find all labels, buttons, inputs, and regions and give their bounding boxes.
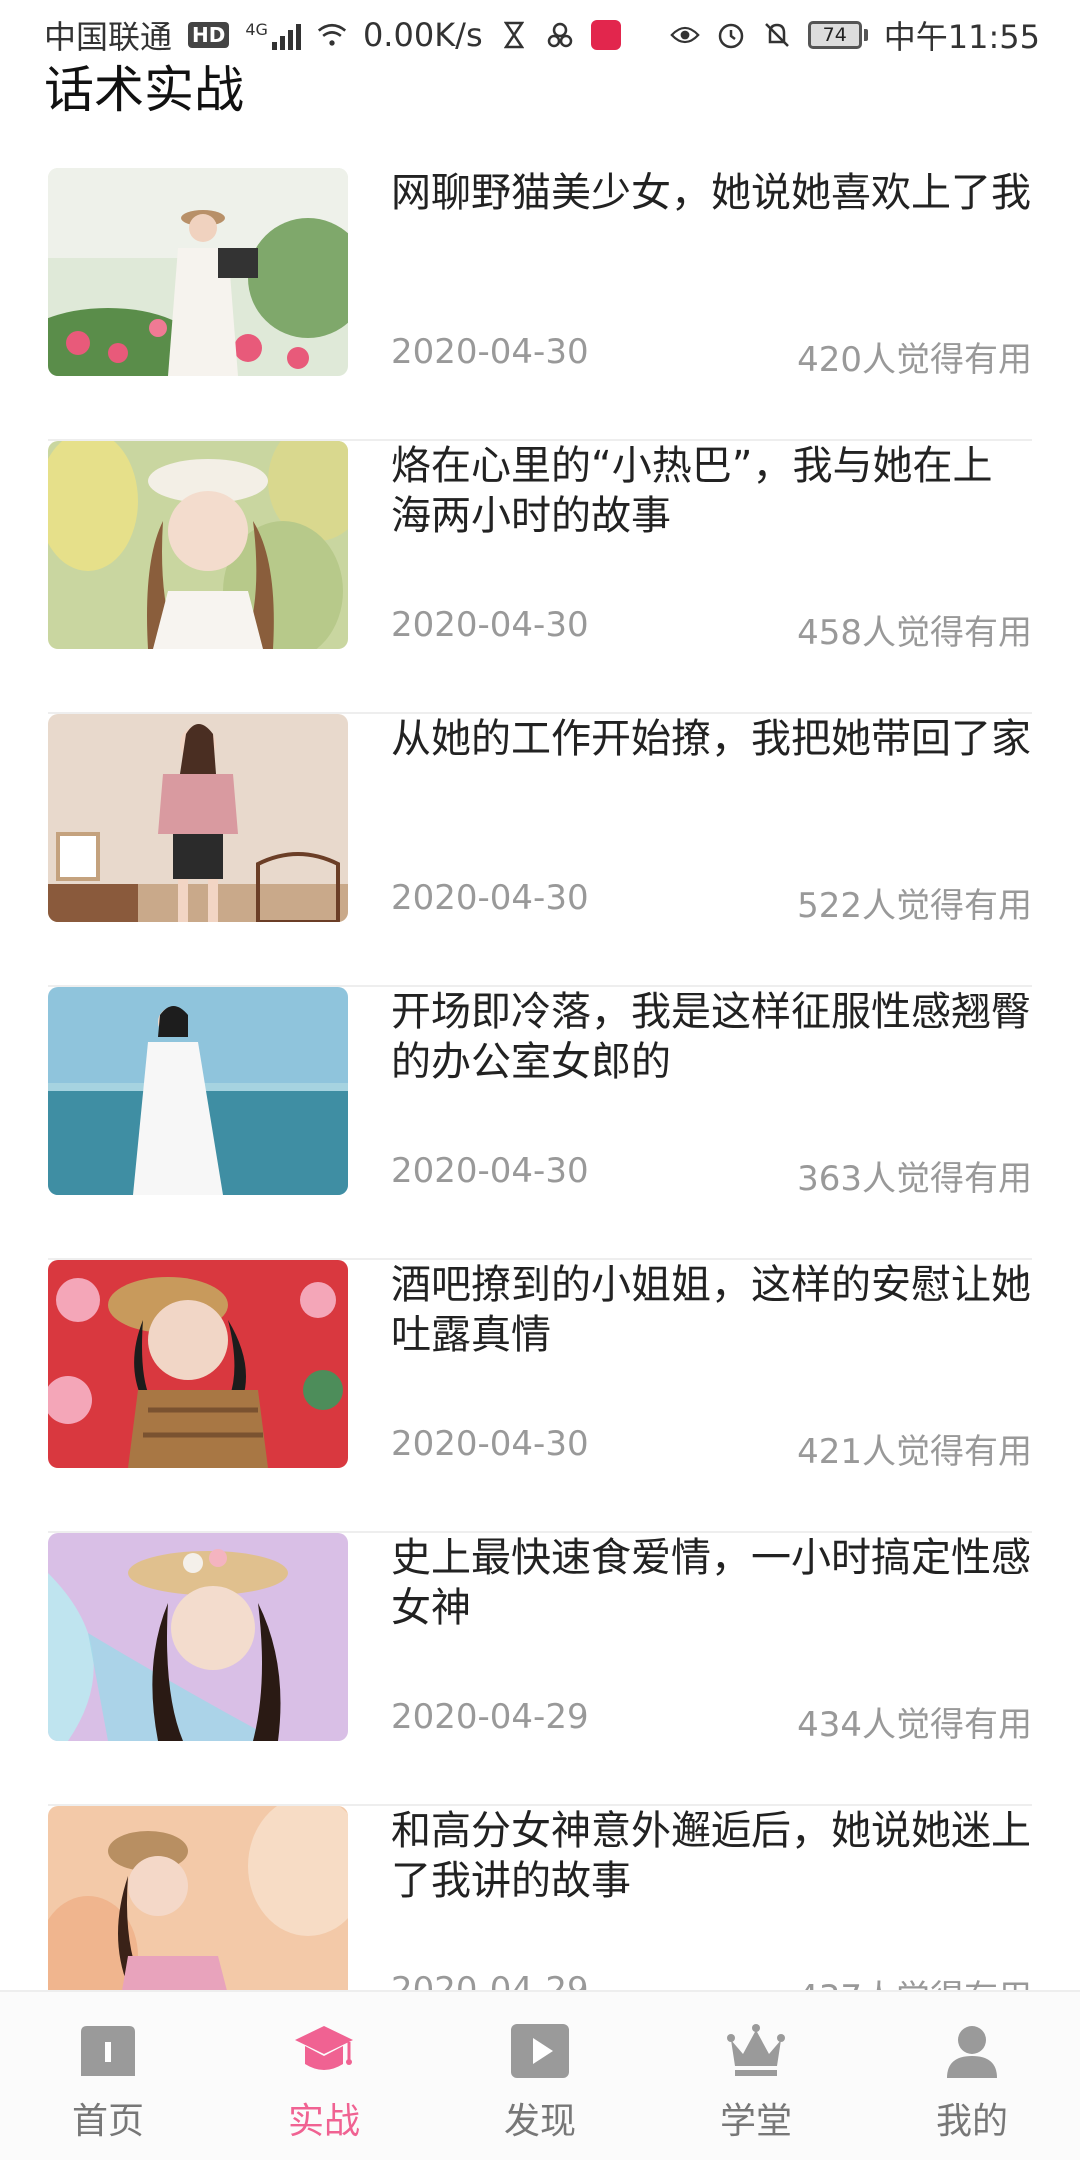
tab-academy[interactable]: 学堂 bbox=[648, 1992, 864, 2160]
article-thumbnail bbox=[48, 441, 348, 649]
network-speed: 0.00K/s bbox=[362, 16, 483, 54]
article-item[interactable]: 史上最快速食爱情，一小时搞定性感女神 2020-04-29 434人觉得有用 bbox=[48, 1533, 1032, 1806]
article-item[interactable]: 网聊野猫美少女，她说她喜欢上了我 2020-04-30 420人觉得有用 bbox=[48, 168, 1032, 441]
mute-bell-icon bbox=[762, 20, 792, 50]
tab-label: 我的 bbox=[935, 2101, 1008, 2142]
app-notification-icon bbox=[545, 20, 575, 50]
play-icon bbox=[511, 2024, 569, 2078]
article-thumbnail bbox=[48, 1806, 348, 2014]
bottom-tab-bar: 首页 实战 发现 学堂 我的 bbox=[0, 1990, 1080, 2160]
article-list: 网聊野猫美少女，她说她喜欢上了我 2020-04-30 420人觉得有用 烙在心… bbox=[48, 168, 1032, 2079]
article-thumbnail bbox=[48, 714, 348, 922]
article-title: 和高分女神意外邂逅后，她说她迷上了我讲的故事 bbox=[391, 1808, 1031, 1904]
tab-label: 实战 bbox=[287, 2101, 360, 2142]
article-useful-count: 458人觉得有用 bbox=[797, 613, 1032, 653]
article-item[interactable]: 从她的工作开始撩，我把她带回了家 2020-04-30 522人觉得有用 bbox=[48, 714, 1032, 987]
home-icon bbox=[81, 2026, 135, 2076]
hourglass-icon bbox=[499, 20, 529, 50]
tab-discover[interactable]: 发现 bbox=[432, 1992, 648, 2160]
clock: 中午11:55 bbox=[883, 18, 1040, 56]
article-title: 酒吧撩到的小姐姐，这样的安慰让她吐露真情 bbox=[391, 1262, 1031, 1358]
shopping-app-icon bbox=[590, 20, 621, 50]
hd-badge: HD bbox=[188, 22, 230, 48]
article-title: 史上最快速食爱情，一小时搞定性感女神 bbox=[391, 1535, 1031, 1631]
article-date: 2020-04-30 bbox=[391, 605, 589, 645]
signal-icon: 4G bbox=[245, 20, 301, 50]
tab-label: 发现 bbox=[503, 2101, 576, 2142]
article-useful-count: 434人觉得有用 bbox=[797, 1705, 1032, 1745]
article-thumbnail bbox=[48, 1533, 348, 1741]
article-title: 网聊野猫美少女，她说她喜欢上了我 bbox=[391, 170, 1031, 216]
tab-mine[interactable]: 我的 bbox=[864, 1992, 1080, 2160]
battery-icon: 74 bbox=[807, 21, 868, 49]
tab-label: 学堂 bbox=[719, 2101, 792, 2142]
article-title: 从她的工作开始撩，我把她带回了家 bbox=[391, 716, 1031, 762]
wifi-icon bbox=[317, 20, 347, 50]
graduation-cap-icon bbox=[295, 2026, 353, 2070]
article-thumbnail bbox=[48, 168, 348, 376]
article-date: 2020-04-30 bbox=[391, 332, 589, 372]
tab-practice[interactable]: 实战 bbox=[216, 1992, 432, 2160]
article-useful-count: 420人觉得有用 bbox=[797, 340, 1032, 380]
alarm-icon bbox=[716, 20, 746, 50]
article-date: 2020-04-30 bbox=[391, 878, 589, 918]
article-useful-count: 363人觉得有用 bbox=[797, 1159, 1032, 1199]
article-title: 烙在心里的“小热巴”，我与她在上海两小时的故事 bbox=[391, 443, 993, 539]
network-type: 4G bbox=[245, 20, 268, 39]
tab-home[interactable]: 首页 bbox=[0, 1992, 216, 2160]
article-useful-count: 421人觉得有用 bbox=[797, 1432, 1032, 1472]
crown-icon bbox=[727, 2024, 785, 2076]
article-title: 开场即冷落，我是这样征服性感翘臀的办公室女郎的 bbox=[391, 989, 1031, 1085]
user-icon bbox=[947, 2026, 997, 2078]
article-date: 2020-04-29 bbox=[391, 1697, 589, 1737]
article-item[interactable]: 开场即冷落，我是这样征服性感翘臀的办公室女郎的 2020-04-30 363人觉… bbox=[48, 987, 1032, 1260]
article-useful-count: 522人觉得有用 bbox=[797, 886, 1032, 926]
eye-icon bbox=[670, 20, 700, 50]
tab-label: 首页 bbox=[71, 2101, 144, 2142]
article-item[interactable]: 烙在心里的“小热巴”，我与她在上海两小时的故事 2020-04-30 458人觉… bbox=[48, 441, 1032, 714]
article-thumbnail bbox=[48, 1260, 348, 1468]
article-date: 2020-04-30 bbox=[391, 1151, 589, 1191]
article-thumbnail bbox=[48, 987, 348, 1195]
page-title: 话术实战 bbox=[44, 61, 244, 119]
battery-level: 74 bbox=[807, 21, 862, 49]
article-date: 2020-04-30 bbox=[391, 1424, 589, 1464]
article-item[interactable]: 酒吧撩到的小姐姐，这样的安慰让她吐露真情 2020-04-30 421人觉得有用 bbox=[48, 1260, 1032, 1533]
